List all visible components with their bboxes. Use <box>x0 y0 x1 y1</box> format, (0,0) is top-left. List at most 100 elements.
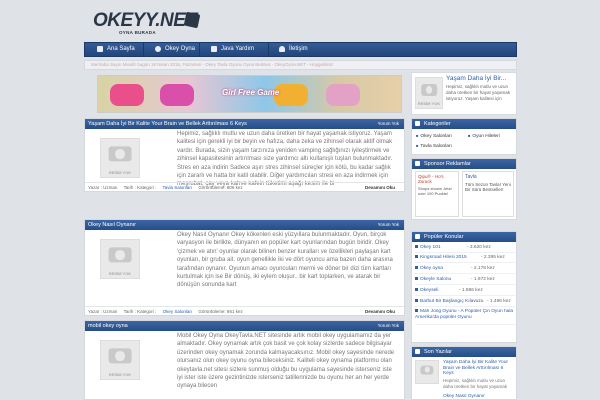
sponsor-ad-title: Tavla <box>465 174 477 180</box>
circle-icon <box>155 46 161 52</box>
recent-thumbnail[interactable] <box>415 360 439 384</box>
main-nav: Ana Sayfa Okey Oyna Java Yardım İletişim <box>84 42 517 57</box>
bullet-icon <box>415 245 418 249</box>
sponsor-ad[interactable]: Qipu® - Ho's Zuruck Shops shown Jetzt uz… <box>415 171 459 217</box>
read-more-button[interactable]: Devamını Oku <box>365 184 395 191</box>
nav-item-label: İletişim <box>289 46 308 52</box>
post-date: Tarih : Kategori : <box>123 185 157 190</box>
post-body: RESİM YOK Okey Nasıl Oynanır Okey kökenl… <box>85 230 404 305</box>
sponsor-ad-text: Shops shown Jetzt uzer 100 Punkte! <box>418 186 452 196</box>
user-icon <box>279 46 285 52</box>
ad-car-image <box>110 84 144 106</box>
post-category-link[interactable]: Okey Salonları <box>163 309 193 314</box>
popular-item[interactable]: Mah Jong Oyunu - A Popüler Çin Oyun hala… <box>415 309 515 325</box>
nav-divider <box>268 43 269 56</box>
popular-item[interactable]: Kingsroad Hilesi 2015 - 2.395 kez <box>415 254 515 263</box>
post-meta: Yazar : Uzman Tarih : Kategori : Tavla S… <box>85 182 404 192</box>
sponsor-widget: Sponsor Reklamlar Qipu® - Ho's Zuruck Sh… <box>411 158 517 220</box>
post-views: Görüntüleme: 861 kez <box>198 309 243 314</box>
comment-count[interactable]: Yorum Yok <box>378 321 399 331</box>
post-title[interactable]: mobil okey oyna <box>88 323 128 329</box>
bullet-icon <box>415 277 418 281</box>
nav-item-home[interactable]: Ana Sayfa <box>95 43 135 56</box>
nav-item-label: Ana Sayfa <box>107 46 135 52</box>
widget-title: Sponsor Reklamlar <box>412 159 516 169</box>
no-image-label: RESİM YOK <box>108 169 132 175</box>
post-date: Tarih : Kategori : <box>123 309 157 314</box>
camera-icon <box>108 247 132 263</box>
post-card: Okey Nasıl Oynanır Yorum Yok RESİM YOK O… <box>84 219 405 316</box>
no-image-label: RESİM YOK <box>108 371 132 377</box>
home-icon <box>97 46 103 52</box>
nav-item-okey-oyna[interactable]: Okey Oyna <box>153 43 195 56</box>
sponsor-ad-brand: Qipu® - Ho's Zuruck <box>418 174 444 184</box>
popular-item[interactable]: Okeyseli - 1.866 kez <box>415 287 515 296</box>
post-author: Yazar : Uzman <box>88 309 118 314</box>
post-body: RESİM YOK Mobil Okey Oyna OkeyTavla.NET … <box>85 331 404 400</box>
camera-icon <box>108 146 132 162</box>
featured-post-title[interactable]: Yaşam Daha İyi Bir... <box>446 75 506 82</box>
nav-divider <box>199 43 200 56</box>
post-excerpt: Mobil Okey Oyna OkeyTavla.NET sitesinde … <box>177 333 395 390</box>
popular-item[interactable]: Okey 101 - 3.620 kez <box>415 244 515 253</box>
popular-item[interactable]: Barbut Bir Başlangıç Kılavuzu - 1.496 ke… <box>415 298 515 307</box>
bullet-icon <box>415 255 418 259</box>
sponsor-ad[interactable]: Tavla Tüm Sezon Tavla! Yeni Bir Sürü Bes… <box>462 171 514 217</box>
site-logo[interactable]: OKEYY.NET OYNA BURADA <box>93 11 213 35</box>
post-header: mobil okey oyna Yorum Yok <box>85 321 404 331</box>
comment-count[interactable]: Yorum Yok <box>378 220 399 230</box>
bullet-icon <box>415 299 418 303</box>
ad-car-image <box>160 84 194 106</box>
sponsor-ad-text: Tüm Sezon Tavla! Yeni Bir Sürü Bestselle… <box>465 182 511 192</box>
no-image-label: RESİM YOK <box>417 101 441 107</box>
bullet-icon <box>415 266 418 270</box>
widget-title: Popüler Konular <box>412 232 516 242</box>
post-body: RESİM YOK Hepimiz, sağlıklı mutlu ve uzu… <box>85 129 404 187</box>
bullet-icon <box>415 288 418 292</box>
recent-post-excerpt: Hepimiz, sağlıklı mutlu ve uzun daha üre… <box>443 378 508 389</box>
nav-item-java-yardim[interactable]: Java Yardım <box>209 43 254 56</box>
news-ticker[interactable]: Merhaba Sayın Misafir bugün 18 Nisan 201… <box>84 60 517 70</box>
post-card: Yaşam Daha İyi Bir Kalite Your Brain ve … <box>84 118 405 192</box>
post-header: Yaşam Daha İyi Bir Kalite Your Brain ve … <box>85 119 404 129</box>
read-more-button[interactable]: Devamını Oku <box>365 308 395 315</box>
categories-widget: Kategoriler Okey Salonları Oyun Hileleri… <box>411 118 517 155</box>
nav-item-label: Java Yardım <box>221 46 255 52</box>
post-author: Yazar : Uzman <box>88 185 118 190</box>
no-image-label: RESİM YOK <box>108 270 132 276</box>
recent-post-title[interactable]: Okey Nasıl Oynanır <box>443 394 515 399</box>
recent-posts-widget: Son Yazılar Yaşam Daha İyi Bir Kalite Yo… <box>411 346 517 400</box>
bullet-icon <box>415 309 418 313</box>
logo-mark-icon <box>183 11 201 29</box>
java-icon <box>211 46 217 52</box>
recent-post-title[interactable]: Yaşam Daha İyi Bir Kalite Your Brain ve … <box>443 360 515 377</box>
camera-icon <box>420 365 434 375</box>
post-views: Görüntüleme: 806 kez <box>198 185 243 190</box>
post-thumbnail[interactable]: RESİM YOK <box>100 340 140 380</box>
post-excerpt: Okey Nasıl Oynanır Okey kökenleri eski y… <box>177 232 393 289</box>
ad-banner[interactable]: Girl Free Game <box>97 75 402 113</box>
ad-car-image <box>326 84 360 106</box>
post-excerpt: Hepimiz, sağlıklı mutlu ve uzun daha üre… <box>177 131 393 188</box>
ad-label: Girl Free Game <box>222 88 280 97</box>
featured-thumbnail[interactable]: RESİM YOK <box>415 77 443 109</box>
post-thumbnail[interactable]: RESİM YOK <box>100 138 140 178</box>
post-thumbnail[interactable]: RESİM YOK <box>100 239 140 279</box>
camera-icon <box>108 348 132 364</box>
nav-item-label: Okey Oyna <box>165 46 196 52</box>
popular-item[interactable]: Okeyle Salonu - 1.972 kez <box>415 276 515 285</box>
camera-icon <box>421 84 437 96</box>
category-link[interactable]: Okey Salonları <box>416 133 451 139</box>
post-category-link[interactable]: Tavla Salonları <box>163 185 193 190</box>
post-header: Okey Nasıl Oynanır Yorum Yok <box>85 220 404 230</box>
post-card: mobil okey oyna Yorum Yok RESİM YOK Mobi… <box>84 320 405 400</box>
post-title[interactable]: Yaşam Daha İyi Bir Kalite Your Brain ve … <box>88 121 247 127</box>
nav-divider <box>143 43 144 56</box>
widget-title: Son Yazılar <box>412 347 516 357</box>
comment-count[interactable]: Yorum Yok <box>378 119 399 129</box>
category-link[interactable]: Tavla Salonları <box>416 143 451 149</box>
nav-item-iletisim[interactable]: İletişim <box>277 43 308 56</box>
popular-item[interactable]: Okey oyna - 2.178 kez <box>415 265 515 274</box>
post-title[interactable]: Okey Nasıl Oynanır <box>88 222 136 228</box>
category-link[interactable]: Oyun Hileleri <box>468 133 499 139</box>
